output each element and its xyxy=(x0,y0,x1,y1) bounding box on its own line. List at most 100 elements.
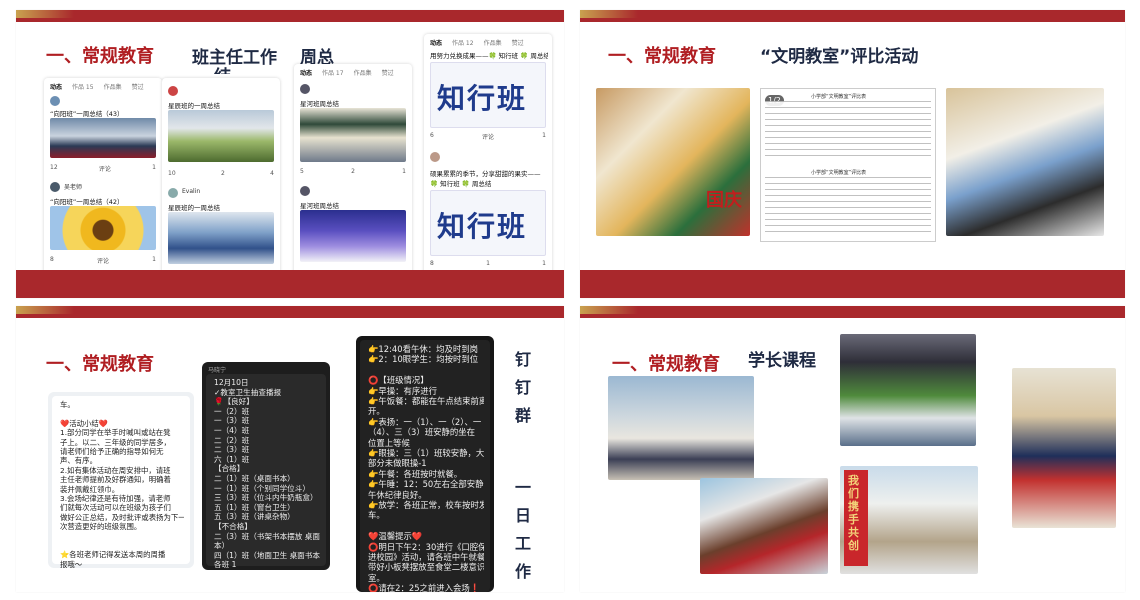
vertical-label-dingtalk: 钉 钉 群 xyxy=(514,346,532,430)
slide-weekly-summary: 一、常规教育 班主任工作 结 周总 动态 作品 15 作品集 赞过 “向阳班”一… xyxy=(16,10,564,298)
table-grid xyxy=(765,177,931,237)
vertical-char: 日 xyxy=(514,506,531,525)
post-text: “向阳班”一周总结（42） xyxy=(50,198,124,206)
banner-image[interactable]: 知行班 xyxy=(430,190,546,256)
like-count[interactable]: 10 xyxy=(168,170,176,177)
post-text: 星河班周总结 xyxy=(300,100,339,108)
comment-count[interactable]: 2 xyxy=(351,168,355,175)
banner-image[interactable]: 知行班 xyxy=(430,62,546,128)
evaluation-table-document[interactable]: 1/2 小学部“文明教室”评比表 小学部“文明教室”评比表 xyxy=(760,88,936,242)
slide-senior-course: 一、常规教育 学长课程 我们携手共创 xyxy=(580,306,1125,592)
comment-button[interactable]: 评论 xyxy=(97,256,109,265)
avatar[interactable] xyxy=(168,86,178,96)
share-count[interactable]: 4 xyxy=(270,170,274,177)
chat-line: 👉午睡：12：50左右全部安静， xyxy=(368,479,484,490)
chat-line: 二（3）班 xyxy=(214,445,250,455)
tab-dynamic[interactable]: 动态 xyxy=(50,82,62,91)
comment-button[interactable]: 评论 xyxy=(99,164,111,173)
chat-screenshot-activity-summary[interactable]: 车。 ❤️活动小结❤️ 1.部分同学在举手时喊叫或站在凳 子上。以二、三年级的同学居多… xyxy=(48,392,194,568)
post-image[interactable] xyxy=(168,110,274,162)
student-sash-photo[interactable] xyxy=(1012,368,1116,528)
chat-line: 二（2）班 xyxy=(214,435,250,445)
post-actions: 10 2 4 xyxy=(168,170,274,177)
chat-line: 四（1）班（地面卫生 桌面书本） xyxy=(214,550,320,560)
students-helping-photo[interactable] xyxy=(700,478,828,574)
chat-line: 位置上等候 xyxy=(368,437,410,448)
chat-screenshot-hygiene-report[interactable]: 马晓宁 12月10日 ✓教室卫生抽查播报 🌹【良好】 一（2）班 一（3）班 一（4）班二… xyxy=(202,362,330,570)
chat-line: （4）、三（3）班安静的坐在 xyxy=(368,427,475,438)
chat-line: 声、有序。 xyxy=(60,456,97,466)
chat-line: 开。 xyxy=(368,406,385,417)
tab-collections[interactable]: 作品集 xyxy=(104,82,122,91)
chat-line: 三（3）班（位斗内牛奶瓶盒） xyxy=(214,493,318,503)
tab-works[interactable]: 作品 15 xyxy=(72,82,94,91)
share-count[interactable]: 1 xyxy=(402,168,406,175)
banner-photo[interactable]: 我们携手共创 xyxy=(840,466,978,574)
post-image[interactable] xyxy=(300,108,406,162)
chat-line: 五（1）班（窗台卫生） xyxy=(214,502,295,512)
chat-line: 们就每次活动可以在班级为孩子们 xyxy=(60,503,171,513)
avatar[interactable] xyxy=(50,182,60,192)
share-count[interactable]: 1 xyxy=(152,164,156,173)
comment-count[interactable]: 2 xyxy=(221,170,225,177)
share-count[interactable]: 1 xyxy=(152,256,156,265)
post-author: 吴老师 xyxy=(64,184,83,191)
avatar[interactable] xyxy=(300,84,310,94)
post-text: 用努力兑换成果——🍀 知行班 🍀 周总结 xyxy=(430,52,548,60)
post-image[interactable] xyxy=(300,210,406,262)
tab-dynamic[interactable]: 动态 xyxy=(300,68,312,77)
vertical-char: 作 xyxy=(514,562,531,581)
chat-line: 2.如有集体活动在周安排中，请班 xyxy=(60,465,171,475)
chat-line: 👉12:40看午休：均及时到岗 xyxy=(368,344,478,354)
post-image[interactable] xyxy=(50,118,156,158)
comment-button[interactable]: 评论 xyxy=(482,132,494,141)
chat-line: 五（3）班（讲桌杂物） xyxy=(214,512,295,522)
classroom-interior-photo[interactable] xyxy=(946,88,1104,236)
post-actions: 8 评论 1 xyxy=(50,256,156,265)
chat-line: 12月10日 xyxy=(214,378,249,387)
comment-count[interactable]: 1 xyxy=(486,260,490,267)
share-count[interactable]: 1 xyxy=(542,260,546,267)
like-count[interactable]: 8 xyxy=(430,260,434,267)
avatar[interactable] xyxy=(50,96,60,106)
post-image-sunflower[interactable] xyxy=(50,206,156,250)
avatar[interactable] xyxy=(300,186,310,196)
slide-title: 一、常规教育 xyxy=(612,354,720,375)
tab-liked[interactable]: 赞过 xyxy=(132,82,144,91)
share-count[interactable]: 1 xyxy=(542,132,546,141)
post-image[interactable] xyxy=(168,212,274,264)
like-count[interactable]: 6 xyxy=(430,132,434,141)
chat-line: 室。 xyxy=(368,572,385,583)
tab-liked[interactable]: 赞过 xyxy=(382,68,394,77)
corner-decoration xyxy=(16,306,74,314)
tab-works[interactable]: 作品 17 xyxy=(322,68,344,77)
chat-line: ⭕️明日下午2：30进行《口腔保健 xyxy=(368,541,484,552)
like-count[interactable]: 8 xyxy=(50,256,54,265)
tab-collections[interactable]: 作品集 xyxy=(484,38,502,47)
chat-line: 二（1）班（桌面书本） xyxy=(214,474,295,483)
vertical-label-daily-work: 一 日 工 作 追 xyxy=(514,474,532,586)
classroom-board-photo[interactable]: 国庆 xyxy=(596,88,750,236)
students-umbrella-photo[interactable] xyxy=(840,334,976,446)
avatar[interactable] xyxy=(430,152,440,162)
chat-line: 一（1）班（个别同学位斗） xyxy=(214,483,310,493)
chat-line: 各班 1 xyxy=(214,560,237,570)
chat-line: 带好小板凳摆放至食堂二楼意识 xyxy=(368,562,484,573)
like-count[interactable]: 12 xyxy=(50,164,58,173)
chat-line: 午休纪律良好。 xyxy=(368,489,427,500)
chat-line: ❤️活动小结❤️ xyxy=(60,418,108,428)
chat-line: 本） xyxy=(214,541,230,551)
board-text: 国庆 xyxy=(706,190,742,211)
students-line-photo[interactable] xyxy=(608,376,754,480)
tab-dynamic[interactable]: 动态 xyxy=(430,38,442,47)
tab-works[interactable]: 作品 12 xyxy=(452,38,474,47)
chat-bubble: 车。 ❤️活动小结❤️ 1.部分同学在举手时喊叫或站在凳 子上。以二、三年级的同学居多… xyxy=(52,396,190,568)
tab-liked[interactable]: 赞过 xyxy=(512,38,524,47)
tab-collections[interactable]: 作品集 xyxy=(354,68,372,77)
chat-bubble: 12月10日 ✓教室卫生抽查播报 🌹【良好】 一（2）班 一（3）班 一（4）班 二（2）班… xyxy=(206,374,326,569)
avatar[interactable] xyxy=(168,188,178,198)
slide-top-bar xyxy=(580,10,1125,22)
chat-line: 进校园》活动，请各班中午就餐时 xyxy=(368,552,484,562)
chat-screenshot-daily-tracking[interactable]: 👉12:40看午休：均及时到岗 👉2：10眼学生：均按时到位 ⭕️【班级情况】 👉早操… xyxy=(356,336,494,592)
like-count[interactable]: 5 xyxy=(300,168,304,175)
